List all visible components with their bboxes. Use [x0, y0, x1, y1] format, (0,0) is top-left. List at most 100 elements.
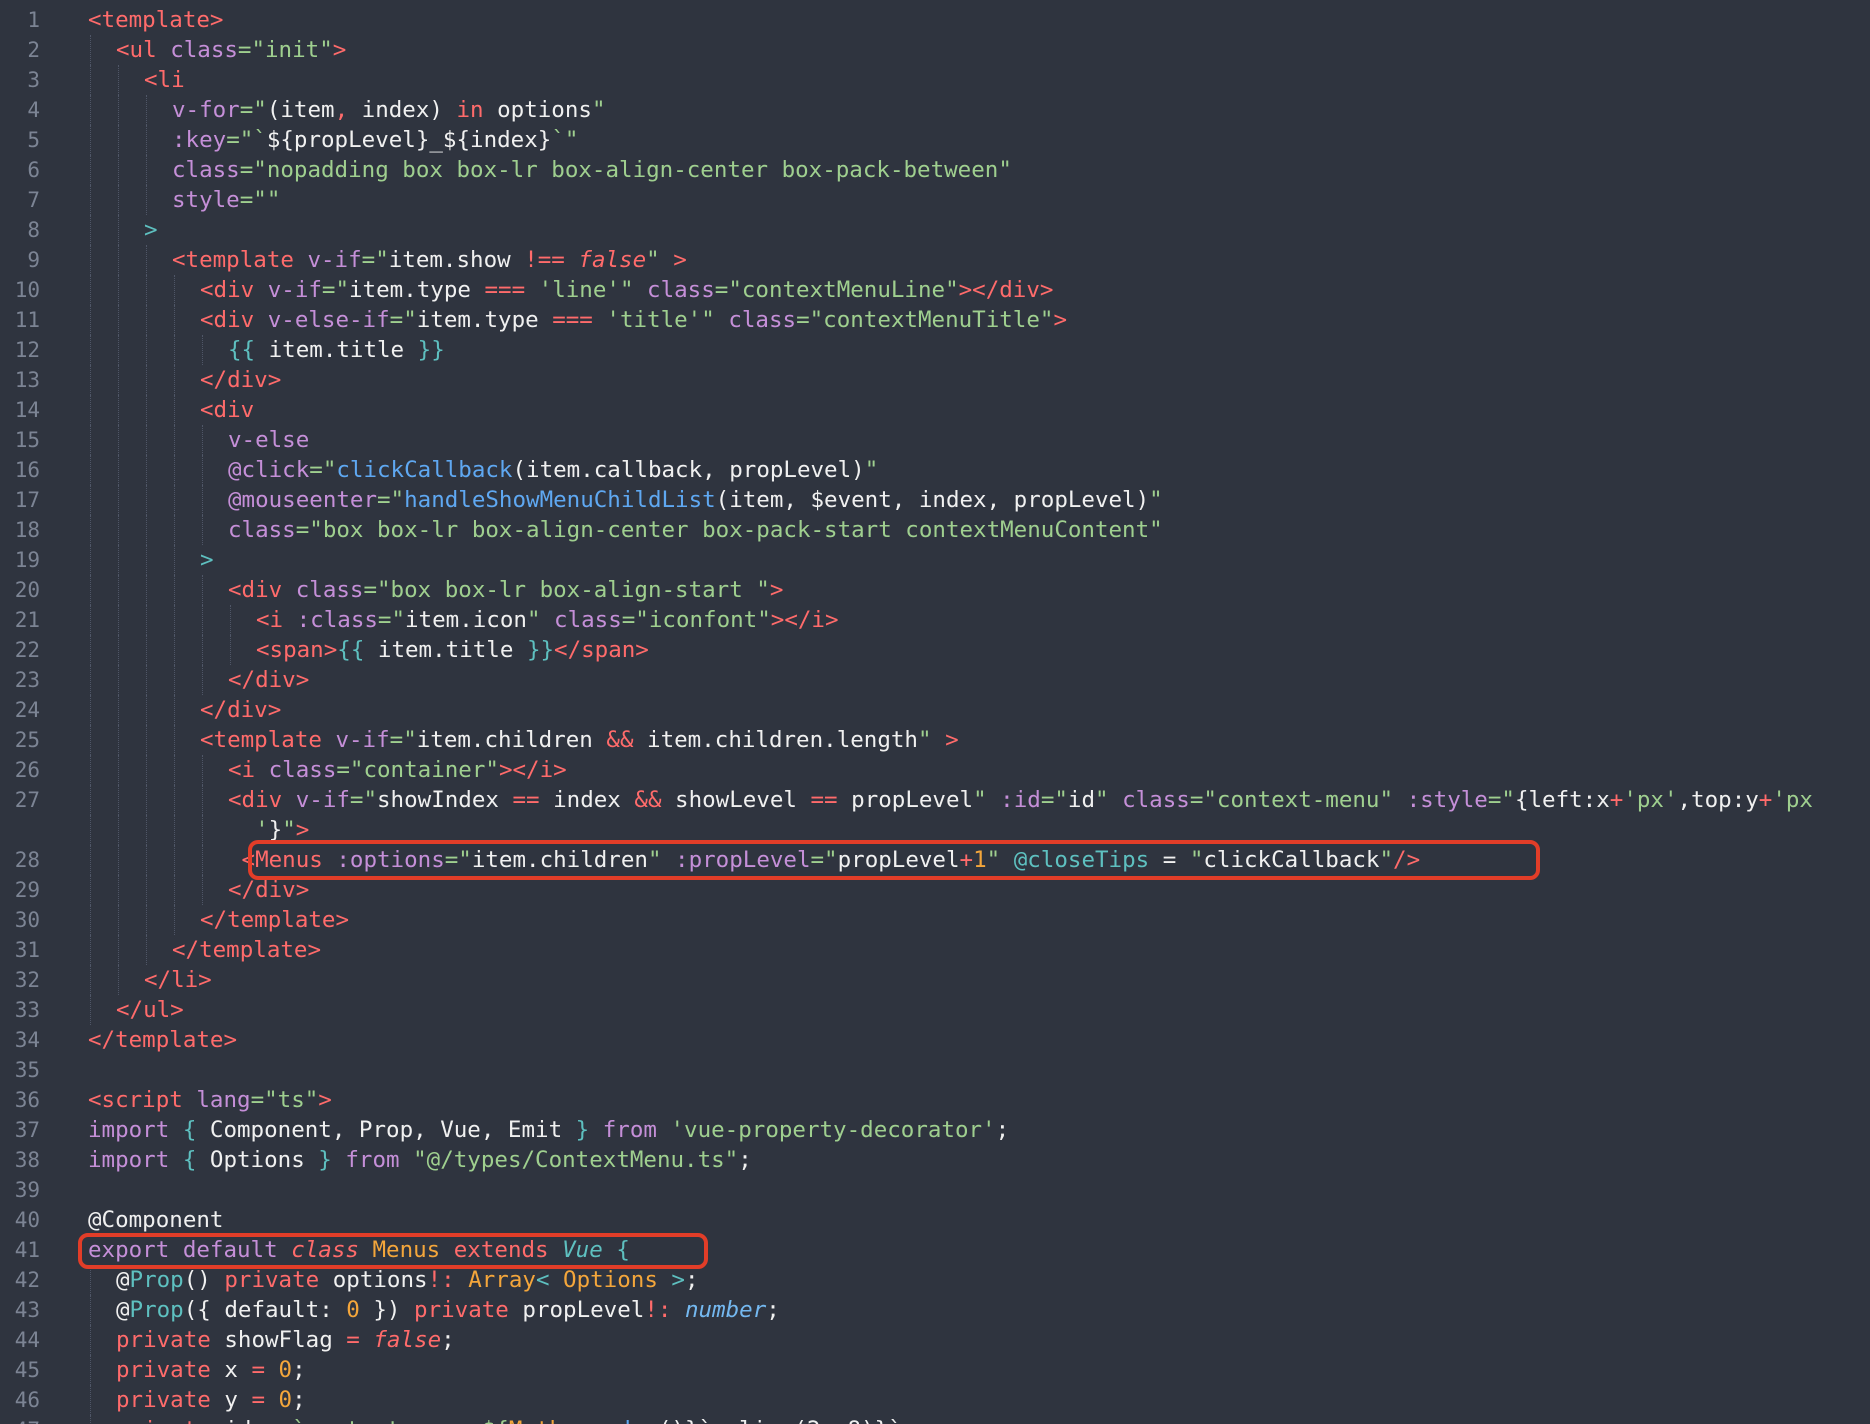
- code-token: 0: [346, 1297, 360, 1323]
- code-text: <div v-if="item.type === 'line'" class="…: [200, 275, 1053, 305]
- code-line[interactable]: 36 <script lang="ts">: [0, 1085, 1870, 1115]
- code-line[interactable]: 21 <i :class="item.icon" class="iconfont"…: [0, 605, 1870, 635]
- code-line[interactable]: 44 private showFlag = false;: [0, 1325, 1870, 1355]
- indent-guide: [90, 665, 91, 695]
- indent-guide: [90, 995, 91, 1025]
- code-line[interactable]: 6 class="nopadding box box-lr box-align-c…: [0, 155, 1870, 185]
- code-line[interactable]: 19 >: [0, 545, 1870, 575]
- line-number: 23: [14, 668, 40, 692]
- code-line[interactable]: 14 <div: [0, 395, 1870, 425]
- code-line[interactable]: 47 private id = `context-menu-${Math.rand…: [0, 1415, 1870, 1424]
- code-line[interactable]: 20 <div class="box box-lr box-align-start…: [0, 575, 1870, 605]
- code-line[interactable]: 26 <i class="container"></i>: [0, 755, 1870, 785]
- code-line[interactable]: 32 </li>: [0, 965, 1870, 995]
- code-token: item.type: [349, 277, 485, 303]
- code-line[interactable]: 34 </template>: [0, 1025, 1870, 1055]
- indent-guide: [90, 695, 91, 725]
- code-token: }: [575, 1117, 590, 1143]
- code-line[interactable]: 42 @Prop() private options!: Array< Optio…: [0, 1265, 1870, 1295]
- code-token: >: [318, 1087, 332, 1113]
- code-token: private: [116, 1327, 211, 1353]
- code-line[interactable]: 1 <template>: [0, 5, 1870, 35]
- code-line[interactable]: 3 <li: [0, 65, 1870, 95]
- indent-guide: [174, 365, 175, 395]
- indent-guide: [174, 485, 175, 515]
- code-token: private: [116, 1417, 211, 1424]
- code-line[interactable]: 25 <template v-if="item.children && item.…: [0, 725, 1870, 755]
- indent-guide: [174, 785, 175, 815]
- indent-guide: [90, 965, 91, 995]
- code-line[interactable]: 18 class="box box-lr box-align-center box…: [0, 515, 1870, 545]
- indent-guide: [118, 575, 119, 605]
- line-number: 35: [14, 1058, 40, 1082]
- code-line[interactable]: 22 <span>{{ item.title }}</span>: [0, 635, 1870, 665]
- code-token: <i: [256, 607, 297, 633]
- code-token: v-else: [228, 427, 310, 453]
- code-line[interactable]: 45 private x = 0;: [0, 1355, 1870, 1385]
- code-line[interactable]: 37 import { Component, Prop, Vue, Emit } …: [0, 1115, 1870, 1145]
- code-line[interactable]: 15 v-else: [0, 425, 1870, 455]
- code-token: >: [1053, 307, 1067, 333]
- code-token: {: [169, 1147, 197, 1173]
- code-line[interactable]: 30 </template>: [0, 905, 1870, 935]
- code-line[interactable]: 38 import { Options } from "@/types/Conte…: [0, 1145, 1870, 1175]
- indent-guide: [118, 455, 119, 485]
- indent-guide: [146, 635, 147, 665]
- code-text: </template>: [172, 935, 321, 965]
- indent-guide: [118, 245, 119, 275]
- code-text: </template>: [88, 1025, 237, 1055]
- indent-guide: [118, 755, 119, 785]
- indent-guide: [146, 665, 147, 695]
- code-token: ="`: [226, 127, 267, 153]
- code-line[interactable]: 33 </ul>: [0, 995, 1870, 1025]
- code-text: <ul class="init">: [116, 35, 346, 65]
- code-line[interactable]: 16 @click="clickCallback(item.callback, p…: [0, 455, 1870, 485]
- code-editor[interactable]: 1 <template> 2 <ul class="init"> 3 <li 4 v-for=…: [0, 0, 1870, 1424]
- code-line[interactable]: 10 <div v-if="item.type === 'line'" class…: [0, 275, 1870, 305]
- code-line[interactable]: 46 private y = 0;: [0, 1385, 1870, 1415]
- line-number: 19: [14, 548, 40, 572]
- code-token: ;: [766, 1297, 780, 1323]
- code-token: =": [321, 277, 350, 303]
- code-line[interactable]: 13 </div>: [0, 365, 1870, 395]
- code-line[interactable]: 23 </div>: [0, 665, 1870, 695]
- code-line[interactable]: 31 </template>: [0, 935, 1870, 965]
- code-line[interactable]: 43 @Prop({ default: 0 }) private propLeve…: [0, 1295, 1870, 1325]
- code-line[interactable]: 12 {{ item.title }}: [0, 335, 1870, 365]
- code-line[interactable]: 2 <ul class="init">: [0, 35, 1870, 65]
- code-text: <i class="container"></i>: [228, 755, 567, 785]
- indent-guide: [174, 905, 175, 935]
- indent-guide: [118, 335, 119, 365]
- code-token: propLevel: [837, 787, 974, 813]
- code-text: </div>: [200, 365, 281, 395]
- code-line[interactable]: 9 <template v-if="item.show !== false" >: [0, 245, 1870, 275]
- indent-guide: [174, 755, 175, 785]
- code-line[interactable]: 7 style="": [0, 185, 1870, 215]
- code-line[interactable]: 11 <div v-else-if="item.type === 'title'"…: [0, 305, 1870, 335]
- code-text: {{ item.title }}: [228, 335, 445, 365]
- indent-guide: [90, 635, 91, 665]
- code-token: lang: [196, 1087, 251, 1113]
- code-line[interactable]: 4 v-for="(item, index) in options": [0, 95, 1870, 125]
- indent-guide: [146, 515, 147, 545]
- code-line[interactable]: 27 <div v-if="showIndex == index && showL…: [0, 785, 1870, 815]
- code-line[interactable]: 24 </div>: [0, 695, 1870, 725]
- code-line[interactable]: 5:key="`${propLevel}_${index}`": [0, 125, 1870, 155]
- code-line[interactable]: 40 @Component: [0, 1205, 1870, 1235]
- code-line[interactable]: 17 @mouseenter="handleShowMenuChildList(i…: [0, 485, 1870, 515]
- indent-guide: [118, 545, 119, 575]
- indent-guide: [146, 875, 147, 905]
- indent-guide: [90, 155, 91, 185]
- indent-guide: [118, 485, 119, 515]
- code-line[interactable]: 35: [0, 1055, 1870, 1085]
- code-token: @: [116, 1297, 130, 1323]
- code-token: =: [251, 1387, 266, 1413]
- line-number: 11: [14, 308, 40, 332]
- code-line[interactable]: 8 >: [0, 215, 1870, 245]
- code-token: import: [88, 1147, 170, 1173]
- code-text: @Prop({ default: 0 }) private propLevel!…: [116, 1295, 780, 1325]
- code-line[interactable]: 39: [0, 1175, 1870, 1205]
- code-token: `": [551, 127, 579, 153]
